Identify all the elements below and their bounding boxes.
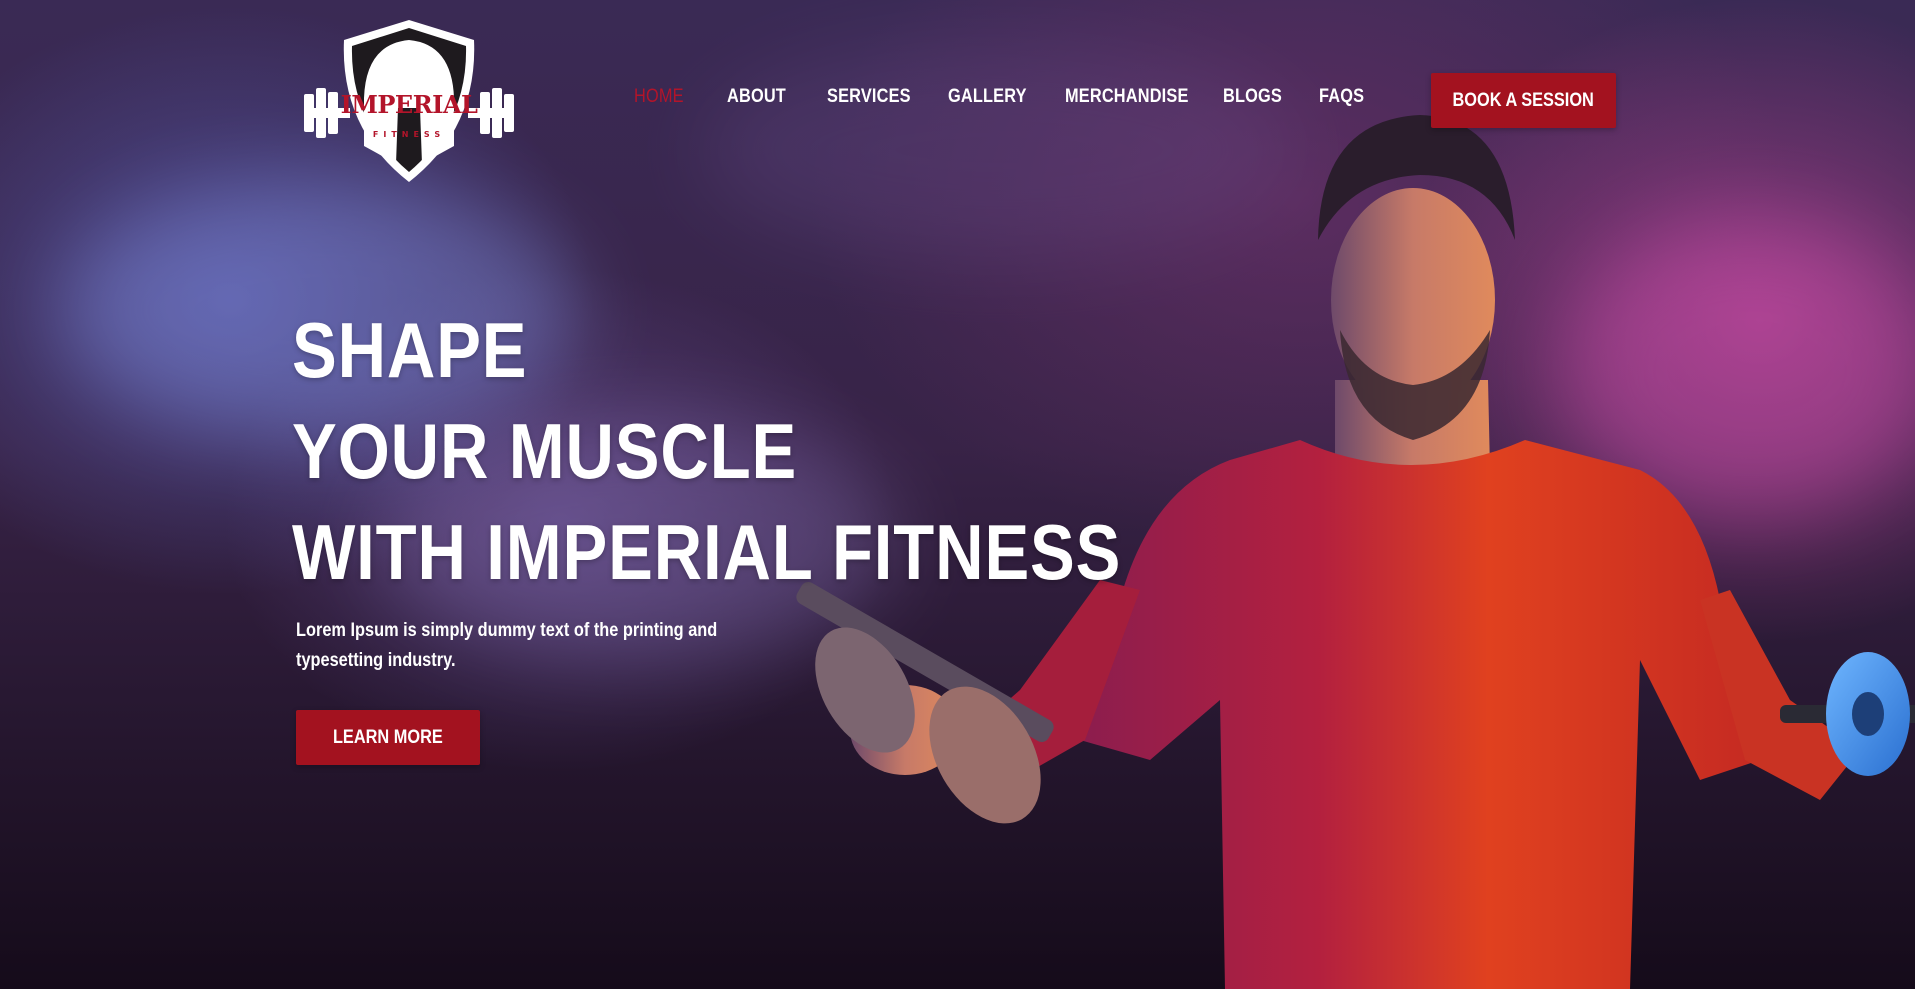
headline-line-3: WITH IMPERIAL FITNESS bbox=[292, 508, 1122, 596]
book-session-label: BOOK A SESSION bbox=[1452, 89, 1595, 111]
hero-section: IMPERIAL FITNESS HOME ABOUT SERVICES GAL… bbox=[0, 0, 1915, 989]
book-session-button[interactable]: BOOK A SESSION bbox=[1431, 73, 1616, 128]
nav-item-blogs[interactable]: BLOGS bbox=[1223, 86, 1282, 108]
nav-item-gallery[interactable]: GALLERY bbox=[948, 86, 1027, 108]
nav-item-home[interactable]: HOME bbox=[634, 86, 684, 108]
brand-logo[interactable]: IMPERIAL FITNESS bbox=[302, 18, 516, 184]
learn-more-button[interactable]: LEARN MORE bbox=[296, 710, 480, 765]
nav-item-faqs[interactable]: FAQS bbox=[1319, 86, 1364, 108]
learn-more-label: LEARN MORE bbox=[333, 726, 443, 748]
logo-wordmark: IMPERIAL bbox=[340, 90, 478, 119]
logo-tagline: FITNESS bbox=[372, 130, 446, 139]
nav-item-services[interactable]: SERVICES bbox=[827, 86, 911, 108]
nav-item-about[interactable]: ABOUT bbox=[727, 86, 786, 108]
hero-headline: SHAPE YOUR MUSCLE WITH IMPERIAL FITNESS bbox=[292, 300, 1256, 603]
headline-line-2: YOUR MUSCLE bbox=[292, 407, 798, 495]
dumbbell-hub-shape bbox=[1852, 692, 1884, 736]
nav-item-merchandise[interactable]: MERCHANDISE bbox=[1065, 86, 1189, 108]
headline-line-1: SHAPE bbox=[292, 306, 528, 394]
hero-subtext: Lorem Ipsum is simply dummy text of the … bbox=[296, 620, 718, 671]
